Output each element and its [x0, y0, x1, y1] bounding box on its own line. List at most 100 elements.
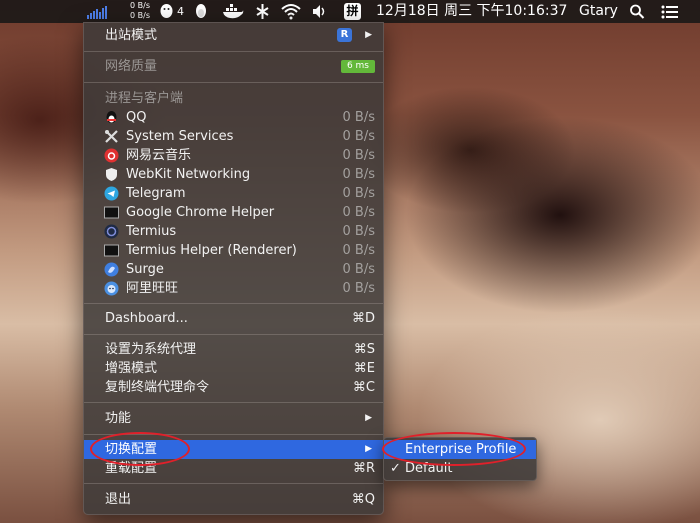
tools-icon — [105, 130, 118, 143]
menu-item-copy-shell-proxy[interactable]: 复制终端代理命令 ⌘C — [84, 378, 383, 397]
surge-icon — [104, 262, 119, 277]
set-system-proxy-shortcut: ⌘S — [353, 342, 375, 357]
process-speed: 0 B/s — [342, 243, 375, 258]
process-row-surge[interactable]: Surge 0 B/s — [84, 260, 383, 279]
upload-speed: 0 B/s — [130, 1, 150, 10]
menu-separator — [84, 434, 383, 435]
process-row-system-services[interactable]: System Services 0 B/s — [84, 127, 383, 146]
process-speed: 0 B/s — [342, 129, 375, 144]
menu-separator — [84, 483, 383, 484]
process-row-qq[interactable]: QQ 0 B/s — [84, 108, 383, 127]
outbound-mode-label: 出站模式 — [105, 28, 158, 43]
quit-shortcut: ⌘Q — [351, 492, 375, 507]
menu-item-set-system-proxy[interactable]: 设置为系统代理 ⌘S — [84, 340, 383, 359]
menu-separator — [84, 303, 383, 304]
qq-menubar-icon[interactable] — [158, 3, 175, 20]
copy-shell-proxy-shortcut: ⌘C — [352, 380, 375, 395]
dashboard-label: Dashboard... — [105, 311, 188, 326]
qq-icon — [106, 111, 117, 123]
process-row-netease-music[interactable]: 网易云音乐 0 B/s — [84, 146, 383, 165]
process-name: Google Chrome Helper — [126, 205, 275, 220]
submenu-arrow-icon: ▶ — [365, 30, 372, 40]
process-name: Surge — [126, 262, 164, 277]
process-speed: 0 B/s — [342, 224, 375, 239]
process-name: QQ — [126, 110, 147, 125]
menu-separator — [84, 402, 383, 403]
profile-item-default[interactable]: ✓ Default — [384, 459, 536, 478]
menu-item-quit[interactable]: 退出 ⌘Q — [84, 489, 383, 510]
outbound-mode-badge: R — [337, 28, 352, 42]
process-row-termius[interactable]: Termius 0 B/s — [84, 222, 383, 241]
process-speed: 0 B/s — [342, 110, 375, 125]
process-name: Telegram — [126, 186, 186, 201]
network-speed-readout[interactable]: 0 B/s 0 B/s — [118, 1, 150, 21]
menubar-username[interactable]: Gtary — [579, 0, 618, 23]
menu-item-network-quality: 网络质量 6 ms — [84, 56, 383, 77]
menubar-clock[interactable]: 12月18日 周三 下午10:16:37 — [376, 0, 567, 23]
spotlight-search-icon[interactable] — [629, 3, 645, 20]
docker-icon[interactable] — [222, 3, 244, 20]
enhanced-mode-shortcut: ⌘E — [353, 361, 375, 376]
profile-item-enterprise[interactable]: Enterprise Profile — [384, 440, 536, 459]
volume-icon[interactable] — [312, 3, 328, 20]
penguin-icon[interactable] — [193, 3, 209, 20]
enhanced-mode-label: 增强模式 — [105, 361, 158, 376]
process-row-termius-helper[interactable]: Termius Helper (Renderer) 0 B/s — [84, 241, 383, 260]
process-name: System Services — [126, 129, 234, 144]
features-label: 功能 — [105, 411, 132, 426]
menu-item-reload-profile[interactable]: 重载配置 ⌘R — [84, 459, 383, 478]
menu-item-dashboard[interactable]: Dashboard... ⌘D — [84, 308, 383, 329]
set-system-proxy-label: 设置为系统代理 — [105, 342, 197, 357]
terminal-window-icon — [104, 206, 119, 219]
process-speed: 0 B/s — [342, 148, 375, 163]
menu-item-switch-profile[interactable]: 切换配置 ▶ — [84, 440, 383, 459]
terminal-window-icon — [104, 244, 119, 257]
process-speed: 0 B/s — [342, 186, 375, 201]
menu-separator — [84, 51, 383, 52]
termius-icon — [104, 224, 119, 239]
menu-item-features[interactable]: 功能 ▶ — [84, 408, 383, 429]
process-speed: 0 B/s — [342, 262, 375, 277]
download-speed: 0 B/s — [130, 11, 150, 20]
reload-profile-shortcut: ⌘R — [352, 461, 375, 476]
reload-profile-label: 重载配置 — [105, 461, 158, 476]
process-row-telegram[interactable]: Telegram 0 B/s — [84, 184, 383, 203]
process-name: 阿里旺旺 — [126, 281, 179, 296]
network-graph-icon[interactable] — [86, 4, 108, 19]
process-row-aliwangwang[interactable]: 阿里旺旺 0 B/s — [84, 279, 383, 298]
switch-profile-label: 切换配置 — [105, 442, 158, 457]
checkmark-icon: ✓ — [390, 461, 401, 476]
netease-music-icon — [104, 148, 119, 163]
wifi-icon[interactable] — [281, 3, 301, 20]
profile-label: Default — [405, 461, 453, 476]
profile-label: Enterprise Profile — [405, 442, 517, 457]
latency-badge: 6 ms — [340, 60, 375, 73]
process-row-chrome-helper[interactable]: Google Chrome Helper 0 B/s — [84, 203, 383, 222]
proxy-menubar-icon[interactable] — [254, 3, 271, 20]
process-name: WebKit Networking — [126, 167, 251, 182]
submenu-arrow-icon: ▶ — [365, 413, 372, 423]
menu-separator — [84, 82, 383, 83]
process-speed: 0 B/s — [342, 205, 375, 220]
menu-item-outbound-mode[interactable]: 出站模式 R ▶ — [84, 25, 383, 46]
process-section-header: 进程与客户端 — [84, 89, 383, 108]
process-row-webkit-networking[interactable]: WebKit Networking 0 B/s — [84, 165, 383, 184]
process-header-label: 进程与客户端 — [105, 91, 184, 106]
menu-bar: 0 B/s 0 B/s 4 拼 12月18日 周三 下午10:16:37 Gta… — [0, 0, 700, 23]
notification-center-icon[interactable] — [661, 3, 679, 20]
menu-item-enhanced-mode[interactable]: 增强模式 ⌘E — [84, 359, 383, 378]
surge-dropdown-menu: 出站模式 R ▶ 网络质量 6 ms 进程与客户端 QQ 0 B/s Syste… — [83, 22, 384, 515]
copy-shell-proxy-label: 复制终端代理命令 — [105, 380, 210, 395]
dashboard-shortcut: ⌘D — [351, 311, 375, 326]
process-name: 网易云音乐 — [126, 148, 192, 163]
aliwangwang-icon — [104, 281, 119, 296]
telegram-icon — [104, 186, 119, 201]
process-speed: 0 B/s — [342, 281, 375, 296]
menu-separator — [84, 334, 383, 335]
process-name: Termius Helper (Renderer) — [126, 243, 297, 258]
shield-icon — [106, 168, 117, 181]
process-name: Termius — [126, 224, 177, 239]
input-method-icon[interactable]: 拼 — [344, 3, 361, 20]
quit-label: 退出 — [105, 492, 132, 507]
network-quality-label: 网络质量 — [105, 59, 158, 74]
